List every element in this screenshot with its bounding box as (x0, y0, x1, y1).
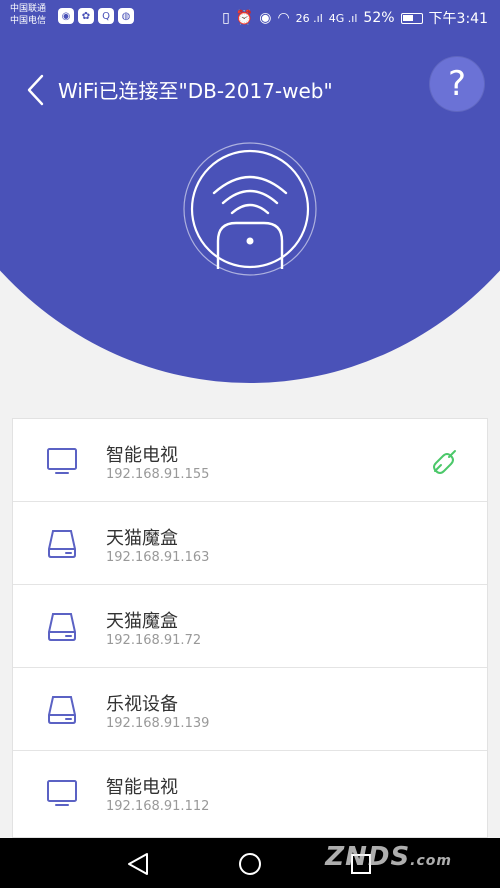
watermark-main: ZNDS (325, 842, 411, 872)
tv-icon (47, 780, 77, 806)
carrier-2: 中国电信 (10, 16, 47, 26)
back-triangle-icon[interactable] (125, 850, 153, 878)
battery-percent: 52% (363, 10, 395, 26)
device-name: 智能电视 (106, 777, 178, 798)
notification-icons: ◉ ✿ Q ◍ (58, 8, 134, 24)
clock: 下午3:41 (428, 11, 488, 27)
device-name: 天猫魔盒 (106, 528, 178, 549)
device-item[interactable]: 智能电视 192.168.91.112 (13, 751, 487, 834)
navigation-bar: ZNDS.com (0, 838, 500, 888)
link-icon[interactable] (431, 447, 459, 475)
device-item[interactable]: 乐视设备 192.168.91.139 (13, 668, 487, 751)
tv-icon (47, 448, 77, 474)
help-button[interactable]: ? (430, 57, 484, 111)
question-mark-icon: ? (447, 64, 467, 104)
wifi-icon: ◠ (277, 10, 290, 26)
header: WiFi已连接至"DB-2017-web" ? (0, 33, 500, 393)
baidu-icon: ✿ (78, 8, 94, 24)
carrier-1: 中国联通 (10, 4, 47, 14)
alarm-icon: ⏰ (235, 10, 254, 26)
device-name: 智能电视 (106, 445, 178, 466)
watermark-suffix: .com (410, 853, 452, 869)
chevron-left-icon (27, 74, 44, 106)
device-name: 乐视设备 (106, 694, 178, 715)
home-circle-icon[interactable] (236, 850, 264, 878)
app-notification-icon: ◉ (58, 8, 74, 24)
device-ip: 192.168.91.72 (106, 633, 202, 648)
system-icons: ▯ ⏰ ◉ ◠ 26 .ıl 4G .ıl 52% 下午3:41 (222, 8, 488, 28)
signal-2: 4G .ıl (328, 11, 358, 25)
browser-icon: Q (98, 8, 114, 24)
weibo-icon: ◍ (118, 8, 134, 24)
set-top-box-icon (48, 613, 76, 641)
device-item[interactable]: 智能电视 192.168.91.155 (13, 419, 487, 502)
device-list: 智能电视 192.168.91.155 天猫魔盒 192.168.91.163 … (12, 418, 488, 838)
device-item[interactable]: 天猫魔盒 192.168.91.72 (13, 585, 487, 668)
device-ip: 192.168.91.112 (106, 799, 210, 814)
status-bar: 中国联通 中国电信 ◉ ✿ Q ◍ ▯ ⏰ ◉ ◠ 26 .ıl 4G .ıl … (0, 0, 500, 33)
router-wifi-icon (183, 142, 317, 276)
watermark: ZNDS.com (325, 842, 452, 872)
device-ip: 192.168.91.155 (106, 467, 210, 482)
eye-icon: ◉ (259, 10, 272, 26)
carrier-info: 中国联通 中国电信 (10, 3, 46, 27)
device-ip: 192.168.91.139 (106, 716, 210, 731)
vibrate-icon: ▯ (222, 10, 230, 26)
device-ip: 192.168.91.163 (106, 550, 210, 565)
device-item[interactable]: 天猫魔盒 192.168.91.163 (13, 502, 487, 585)
back-button[interactable] (22, 73, 52, 107)
signal-1: 26 .ıl (295, 11, 323, 25)
page-title: WiFi已连接至"DB-2017-web" (58, 79, 333, 103)
set-top-box-icon (48, 530, 76, 558)
device-name: 天猫魔盒 (106, 611, 178, 632)
battery-icon (400, 12, 423, 24)
set-top-box-icon (48, 696, 76, 724)
